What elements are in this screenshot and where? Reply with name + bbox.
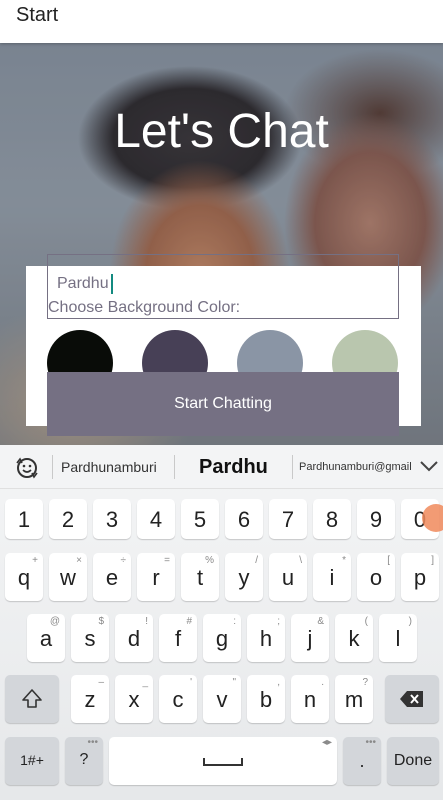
key-i[interactable]: * i <box>313 553 351 601</box>
period-key[interactable]: •••. <box>343 737 381 785</box>
key-x[interactable]: _ x <box>115 675 153 723</box>
key-q[interactable]: + q <box>5 553 43 601</box>
key-a[interactable]: @ a <box>27 614 65 662</box>
symbols-key[interactable]: 1#+ <box>5 737 59 785</box>
space-bar-icon <box>203 758 243 766</box>
shift-icon <box>22 689 42 708</box>
key-b[interactable]: ,b <box>247 675 285 723</box>
key-c[interactable]: ' c <box>159 675 197 723</box>
key-7[interactable]: 7 <box>269 499 307 539</box>
key-g[interactable]: :g <box>203 614 241 662</box>
suggestion-divider <box>52 455 53 479</box>
choose-color-label: Choose Background Color: <box>48 299 241 316</box>
backspace-key[interactable] <box>385 675 439 723</box>
suggestion-divider <box>292 455 293 479</box>
key-t[interactable]: % t <box>181 553 219 601</box>
key-5[interactable]: 5 <box>181 499 219 539</box>
chevron-down-icon[interactable] <box>418 455 440 477</box>
done-key[interactable]: Done <box>387 737 439 785</box>
key-r[interactable]: = r <box>137 553 175 601</box>
key-2[interactable]: 2 <box>49 499 87 539</box>
start-chatting-button[interactable]: Start Chatting <box>47 372 399 436</box>
question-key[interactable]: •••? <box>65 737 103 785</box>
space-key[interactable]: ◂▸ <box>109 737 337 785</box>
key-u[interactable]: \ u <box>269 553 307 601</box>
key-1[interactable]: 1 <box>5 499 43 539</box>
key-v[interactable]: " v <box>203 675 241 723</box>
text-caret <box>111 274 113 294</box>
key-l[interactable]: ) l <box>379 614 417 662</box>
key-8[interactable]: 8 <box>313 499 351 539</box>
suggestion-item-primary[interactable]: Pardhu <box>199 445 268 489</box>
app-bar: Start <box>0 0 443 43</box>
key-m[interactable]: ? m <box>335 675 373 723</box>
key-9[interactable]: 9 <box>357 499 395 539</box>
backspace-icon <box>400 691 423 707</box>
suggestion-divider <box>174 455 175 479</box>
suggestion-item[interactable]: Pardhunamburi@gmail <box>299 445 412 489</box>
key-n[interactable]: .n <box>291 675 329 723</box>
key-3[interactable]: 3 <box>93 499 131 539</box>
key-y[interactable]: / y <box>225 553 263 601</box>
key-o[interactable]: [o <box>357 553 395 601</box>
key-d[interactable]: ! d <box>115 614 153 662</box>
key-h[interactable]: ; h <box>247 614 285 662</box>
name-input-value[interactable]: Pardhu <box>57 275 109 293</box>
page-title: Let's Chat <box>114 105 329 158</box>
app-title: Start <box>16 4 59 26</box>
key-w[interactable]: × w <box>49 553 87 601</box>
emoji-swap-icon[interactable] <box>14 455 40 481</box>
key-4[interactable]: 4 <box>137 499 175 539</box>
floating-indicator <box>422 504 443 532</box>
key-p[interactable]: ] p <box>401 553 439 601</box>
key-s[interactable]: $ s <box>71 614 109 662</box>
key-f[interactable]: # f <box>159 614 197 662</box>
key-e[interactable]: ÷ e <box>93 553 131 601</box>
key-6[interactable]: 6 <box>225 499 263 539</box>
key-k[interactable]: (k <box>335 614 373 662</box>
key-j[interactable]: & j <box>291 614 329 662</box>
shift-key[interactable] <box>5 675 59 723</box>
key-z[interactable]: – z <box>71 675 109 723</box>
suggestion-item[interactable]: Pardhunamburi <box>61 445 157 489</box>
